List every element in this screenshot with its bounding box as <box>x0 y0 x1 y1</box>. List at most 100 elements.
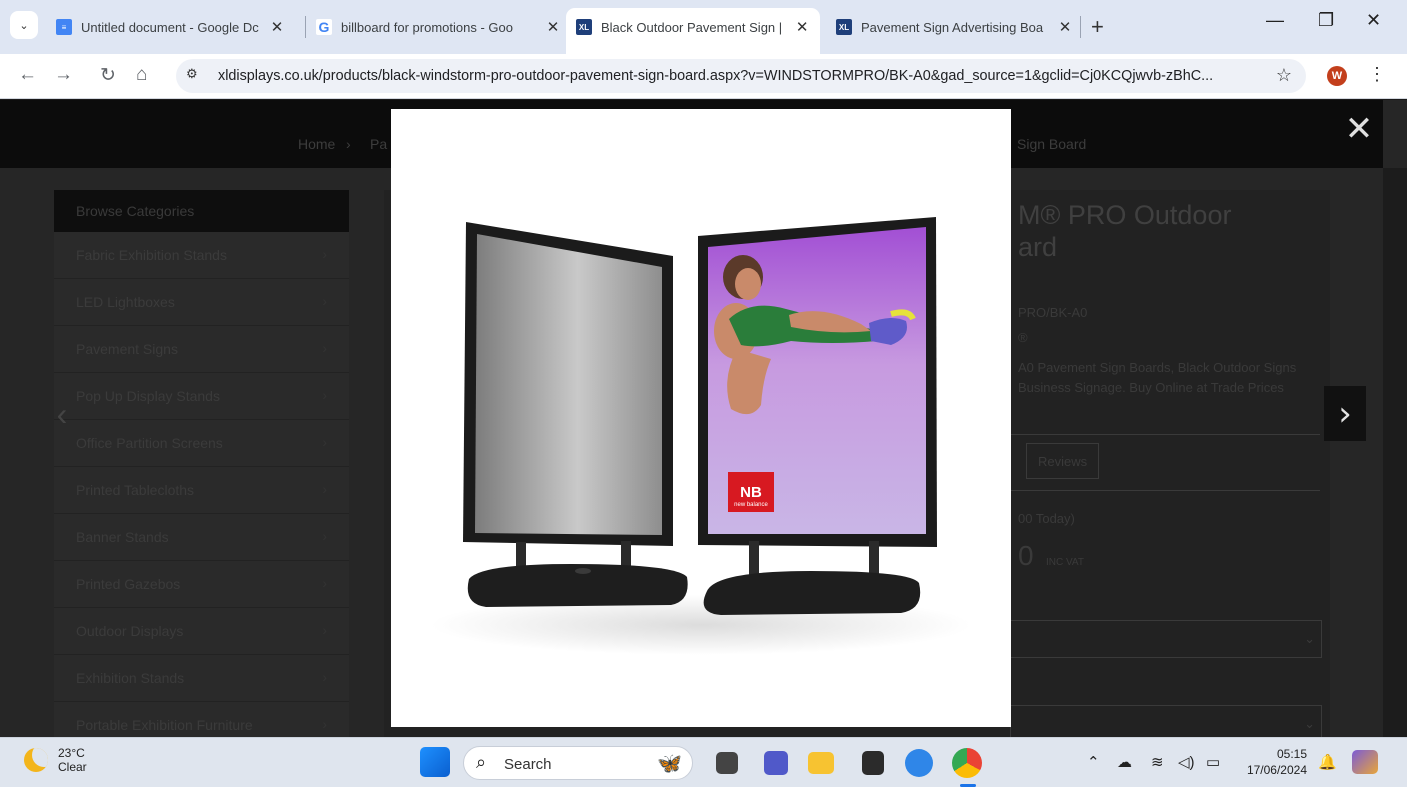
sidebar-item-exhibition-stands[interactable]: Exhibition Stands › <box>54 655 349 702</box>
lightbox-next-button[interactable]: › <box>1324 386 1366 441</box>
product-title-line2: ard <box>1018 232 1058 262</box>
clock-date: 17/06/2024 <box>1246 763 1307 777</box>
windows-taskbar: 23°C Clear ⌕ Search 🦋 ⌃ ☁ ≋ ◁) ▭ 05:15 1… <box>0 737 1407 787</box>
reviews-tab-label: Reviews <box>1038 454 1088 469</box>
tab-separator <box>1080 16 1081 38</box>
site-settings-icon[interactable]: ⚙ <box>186 66 208 86</box>
back-icon[interactable]: ← <box>18 64 37 86</box>
forward-icon[interactable]: → <box>54 64 73 86</box>
chevron-right-icon: › <box>322 575 327 591</box>
task-view-icon[interactable] <box>716 752 738 774</box>
xl-icon: XL <box>576 19 592 35</box>
google-icon: G <box>316 19 332 35</box>
close-tab-icon[interactable]: ✕ <box>794 18 810 36</box>
sidebar-item-outdoor-displays[interactable]: Outdoor Displays › <box>54 608 349 655</box>
sidebar-item-office-partition-screens[interactable]: Office Partition Screens › <box>54 420 349 467</box>
sidebar-item-printed-gazebos[interactable]: Printed Gazebos › <box>54 561 349 608</box>
price-suffix: INC VAT <box>1046 557 1084 568</box>
breadcrumb-home[interactable]: Home <box>298 136 335 152</box>
close-tab-icon[interactable]: ✕ <box>1057 18 1073 36</box>
url-text[interactable]: xldisplays.co.uk/products/black-windstor… <box>218 68 1268 84</box>
product-code: PRO/BK-A0 <box>1018 305 1088 320</box>
more-menu-icon[interactable]: ⋮ <box>1368 64 1386 85</box>
show-hidden-icons-icon[interactable]: ⌃ <box>1087 753 1100 771</box>
right-sign-base <box>703 571 921 615</box>
tab-title: billboard for promotions - Goo <box>341 19 513 35</box>
new-tab-button[interactable]: + <box>1091 14 1104 40</box>
chevron-right-icon: › <box>322 622 327 638</box>
home-icon[interactable]: ⌂ <box>136 64 147 86</box>
temperature-text: 23°C <box>58 746 85 760</box>
lightbox-prev-button[interactable]: ‹ <box>48 386 76 442</box>
notifications-bell-icon[interactable]: 🔔 <box>1318 753 1337 771</box>
sidebar-item-portable-exhibition-furniture[interactable]: Portable Exhibition Furniture › <box>54 702 349 737</box>
sidebar-item-label: Office Partition Screens <box>76 435 223 451</box>
new-balance-mark: NB <box>740 484 762 501</box>
chevron-right-icon: › <box>322 387 327 403</box>
address-bar[interactable]: ⚙ xldisplays.co.uk/products/black-windst… <box>176 59 1306 93</box>
wifi-icon[interactable]: ≋ <box>1151 753 1164 771</box>
browser-toolbar: ← → ↻ ⌂ ⚙ xldisplays.co.uk/products/blac… <box>0 54 1407 99</box>
lightbox-image: NB new balance <box>391 109 1011 727</box>
tab-strip: ⌄ ≡ Untitled document - Google Dc ✕ G bi… <box>0 0 1407 54</box>
bookmark-star-icon[interactable]: ☆ <box>1276 65 1292 86</box>
help-icon[interactable] <box>905 749 933 777</box>
minimize-button[interactable]: — <box>1266 10 1284 31</box>
option-select[interactable]: ⌄ <box>1010 620 1322 658</box>
sidebar-item-led-lightboxes[interactable]: LED Lightboxes › <box>54 279 349 326</box>
tab-pavement-sign-advertising[interactable]: XL Pavement Sign Advertising Boa ✕ <box>826 8 1083 46</box>
lightbox-close-icon[interactable]: ✕ <box>1344 112 1374 150</box>
taskbar-search[interactable]: ⌕ Search 🦋 <box>463 746 693 780</box>
chevron-right-icon: › <box>322 716 327 732</box>
tab-search-button[interactable]: ⌄ <box>10 11 38 39</box>
volume-icon[interactable]: ◁) <box>1178 753 1195 771</box>
extension-icon[interactable]: W <box>1327 66 1347 86</box>
left-sign-panel <box>475 234 662 535</box>
close-tab-icon[interactable]: ✕ <box>545 18 561 36</box>
browse-categories-header: Browse Categories <box>54 190 349 232</box>
category-sidebar: Browse Categories Fabric Exhibition Stan… <box>54 190 349 737</box>
weather-widget[interactable]: 23°C Clear <box>24 746 87 774</box>
search-icon: ⌕ <box>476 752 487 772</box>
sidebar-item-label: Fabric Exhibition Stands <box>76 247 227 263</box>
reload-icon[interactable]: ↻ <box>100 64 116 87</box>
tab-title: Untitled document - Google Dc <box>81 19 259 35</box>
teams-icon[interactable] <box>764 751 788 775</box>
dispatch-note: 00 Today) <box>1018 511 1075 526</box>
battery-icon[interactable]: ▭ <box>1206 753 1220 771</box>
breadcrumb-partial[interactable]: Pa <box>370 136 387 152</box>
sidebar-item-fabric-exhibition-stands[interactable]: Fabric Exhibition Stands › <box>54 232 349 279</box>
onedrive-cloud-icon[interactable]: ☁ <box>1117 753 1132 771</box>
microsoft-store-icon[interactable] <box>862 751 884 775</box>
copilot-icon[interactable] <box>1352 750 1378 774</box>
product-description-line2: Business Signage. Buy Online at Trade Pr… <box>1018 380 1284 395</box>
close-tab-icon[interactable]: ✕ <box>269 18 285 36</box>
sidebar-item-label: LED Lightboxes <box>76 294 175 310</box>
sidebar-item-pavement-signs[interactable]: Pavement Signs › <box>54 326 349 373</box>
chrome-icon[interactable] <box>952 748 982 778</box>
divider <box>1010 490 1320 491</box>
pavement-sign-product-image: NB new balance <box>431 217 971 655</box>
page-scrollbar[interactable] <box>1383 168 1407 737</box>
chevron-right-icon: › <box>322 340 327 356</box>
restore-button[interactable]: ❐ <box>1318 10 1334 31</box>
sidebar-item-pop-up-display-stands[interactable]: Pop Up Display Stands › <box>54 373 349 420</box>
tab-untitled-document[interactable]: ≡ Untitled document - Google Dc ✕ <box>46 8 295 46</box>
close-window-button[interactable]: ✕ <box>1366 10 1381 31</box>
sidebar-item-printed-tablecloths[interactable]: Printed Tablecloths › <box>54 467 349 514</box>
tab-black-outdoor-pavement-sign[interactable]: XL Black Outdoor Pavement Sign | ✕ <box>566 8 820 54</box>
file-explorer-icon[interactable] <box>808 752 834 774</box>
sidebar-item-label: Pavement Signs <box>76 341 178 357</box>
tab-billboard-search[interactable]: G billboard for promotions - Goo ✕ <box>306 8 571 46</box>
option-select-2[interactable]: ⌄ <box>1010 705 1322 737</box>
chevron-left-icon: ‹ <box>56 395 68 432</box>
windows-start-icon[interactable] <box>420 747 450 777</box>
sidebar-item-label: Banner Stands <box>76 529 169 545</box>
reviews-tab[interactable]: Reviews <box>1026 443 1099 479</box>
sidebar-item-banner-stands[interactable]: Banner Stands › <box>54 514 349 561</box>
chevron-right-icon: › <box>322 669 327 685</box>
tab-title: Black Outdoor Pavement Sign | <box>601 19 783 35</box>
tab-title: Pavement Sign Advertising Boa <box>861 19 1044 35</box>
chevron-right-icon: › <box>1338 393 1352 434</box>
system-clock[interactable]: 05:15 17/06/2024 <box>1241 746 1307 778</box>
